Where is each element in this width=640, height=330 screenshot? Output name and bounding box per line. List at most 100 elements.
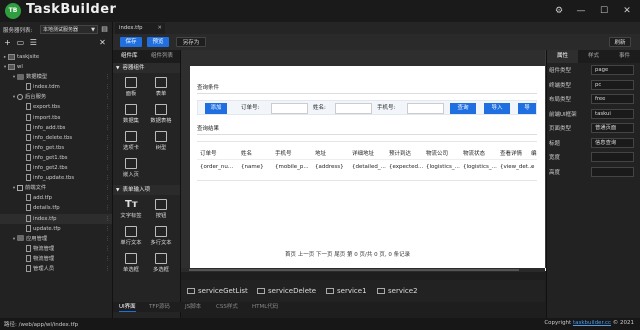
- save-button[interactable]: 保存: [120, 37, 142, 47]
- service-item[interactable]: service2: [377, 285, 418, 297]
- tab-css-style[interactable]: CSS样式: [216, 302, 238, 312]
- container-group-header[interactable]: ▼ 容器组件: [113, 63, 180, 73]
- more-icon[interactable]: ⋮: [105, 193, 110, 203]
- component-item[interactable]: 数据表格: [147, 102, 175, 127]
- scrollbar-thumb[interactable]: [189, 269, 519, 271]
- tab-component-library[interactable]: 组件库: [121, 50, 138, 63]
- name-input[interactable]: [335, 103, 372, 114]
- tab-styles[interactable]: 样式: [578, 50, 609, 63]
- file-tab[interactable]: index.tfp ✕: [115, 23, 165, 34]
- form-group-header[interactable]: ▼ 表单输入项: [113, 185, 180, 195]
- folder-icon[interactable]: ▭: [16, 38, 25, 47]
- property-input[interactable]: page: [591, 65, 634, 75]
- component-item[interactable]: 按钮: [147, 197, 175, 222]
- tree-node[interactable]: info_add.tbs ⋮: [0, 123, 112, 133]
- tree-node[interactable]: export.tbs ⋮: [0, 102, 112, 112]
- tree-node[interactable]: import.tbs ⋮: [0, 113, 112, 123]
- more-icon[interactable]: ⋮: [105, 183, 110, 193]
- export-button[interactable]: 导: [518, 103, 536, 114]
- order-no-input[interactable]: [271, 103, 308, 114]
- more-icon[interactable]: ⋮: [105, 133, 110, 143]
- server-select[interactable]: 本地测试服务器 ▼: [40, 25, 98, 34]
- preview-button[interactable]: 预览: [147, 37, 169, 47]
- tree-expand-icon[interactable]: ☰: [29, 38, 38, 47]
- component-item[interactable]: 多选框: [147, 251, 175, 276]
- tree-node[interactable]: 管理人员 ⋮: [0, 264, 112, 274]
- tree-node[interactable]: 物流管理 ⋮: [0, 244, 112, 254]
- property-input[interactable]: free: [591, 94, 634, 104]
- tab-ui[interactable]: UI界面: [119, 302, 136, 312]
- service-item[interactable]: serviceGetList: [187, 285, 248, 297]
- more-icon[interactable]: ⋮: [105, 72, 110, 82]
- tree-node[interactable]: ▾ 应用管理 ⋮: [0, 234, 112, 244]
- component-item[interactable]: 表单: [147, 75, 175, 100]
- close-icon[interactable]: ✕: [620, 4, 634, 18]
- canvas-horizontal-scrollbar[interactable]: [181, 268, 545, 272]
- more-icon[interactable]: ⋮: [105, 82, 110, 92]
- table-header-cell[interactable]: 物流状态: [463, 149, 499, 157]
- tree-node[interactable]: update.tfp ⋮: [0, 224, 112, 234]
- more-icon[interactable]: ⋮: [105, 224, 110, 234]
- mobile-input[interactable]: [407, 103, 444, 114]
- tab-events[interactable]: 事件: [609, 50, 640, 63]
- more-icon[interactable]: ⋮: [105, 143, 110, 153]
- tree-node[interactable]: info_get.tbs ⋮: [0, 143, 112, 153]
- pagination[interactable]: 首页 上一页 下一页 尾页 第 0 页/共 0 页, 0 条记录: [285, 250, 410, 258]
- close-tab-icon[interactable]: ✕: [158, 23, 162, 34]
- more-icon[interactable]: ⋮: [105, 102, 110, 112]
- add-button[interactable]: 添加: [205, 103, 227, 114]
- more-icon[interactable]: ⋮: [105, 244, 110, 254]
- more-icon[interactable]: ⋮: [105, 254, 110, 264]
- more-icon[interactable]: ⋮: [105, 123, 110, 133]
- component-item[interactable]: 嵌入页: [117, 156, 145, 181]
- component-item[interactable]: 面板: [117, 75, 145, 100]
- tree-node[interactable]: ▾ 数据模型 ⋮: [0, 72, 112, 82]
- maximize-icon[interactable]: ☐: [597, 4, 611, 18]
- service-item[interactable]: service1: [326, 285, 367, 297]
- service-item[interactable]: serviceDelete: [257, 285, 316, 297]
- tree-node[interactable]: details.tfp ⋮: [0, 203, 112, 213]
- property-input[interactable]: [591, 166, 634, 177]
- import-button[interactable]: 导入: [484, 103, 510, 114]
- page-canvas[interactable]: 查询条件 添加 订单号: 姓名: 手机号: 查询 导入 导 查询结果 订单号 姓名…: [190, 66, 546, 271]
- save-as-button[interactable]: 另存为: [176, 37, 206, 47]
- property-input[interactable]: 普通页面: [591, 123, 634, 133]
- tree-node[interactable]: info_update.tbs ⋮: [0, 173, 112, 183]
- tree-node[interactable]: add.tfp ⋮: [0, 193, 112, 203]
- component-item[interactable]: 多行文本: [147, 224, 175, 249]
- table-header-cell[interactable]: 物流公司: [426, 149, 462, 157]
- query-button[interactable]: 查询: [450, 103, 476, 114]
- tree-node[interactable]: ▸ taskjsite: [0, 52, 112, 62]
- more-icon[interactable]: ⋮: [105, 234, 110, 244]
- refresh-button[interactable]: 刷新: [609, 37, 631, 47]
- component-item[interactable]: 树型: [147, 129, 175, 154]
- server-manage-icon[interactable]: ▤: [100, 25, 109, 34]
- property-input[interactable]: 信息查询: [591, 137, 634, 148]
- property-input[interactable]: [591, 152, 634, 162]
- tree-node[interactable]: index.tfp ⋮: [0, 213, 112, 224]
- table-header-cell[interactable]: 编: [531, 149, 539, 157]
- property-input[interactable]: pc: [591, 79, 634, 90]
- component-item[interactable]: 选项卡: [117, 129, 145, 154]
- tree-node[interactable]: ▾ 后台服务 ⋮: [0, 92, 112, 102]
- component-item[interactable]: 单选框: [117, 251, 145, 276]
- component-item[interactable]: Tт 文字标签: [117, 197, 145, 222]
- add-icon[interactable]: +: [3, 38, 12, 47]
- tree-node[interactable]: 物流管理 ⋮: [0, 254, 112, 264]
- more-icon[interactable]: ⋮: [105, 173, 110, 183]
- tree-node[interactable]: ▾ 前端文件 ⋮: [0, 183, 112, 193]
- table-header-cell[interactable]: 地址: [315, 149, 351, 157]
- table-header-cell[interactable]: 订单号: [200, 149, 236, 157]
- table-header-cell[interactable]: 详细地址: [352, 149, 388, 157]
- tab-html-code[interactable]: HTML代码: [252, 302, 278, 312]
- table-header-cell[interactable]: 预计到达: [389, 149, 425, 157]
- tab-properties[interactable]: 属性: [547, 50, 578, 63]
- more-icon[interactable]: ⋮: [105, 113, 110, 123]
- tree-node[interactable]: index.tdm ⋮: [0, 82, 112, 92]
- tree-node[interactable]: info_get2.tbs ⋮: [0, 163, 112, 173]
- more-icon[interactable]: ⋮: [105, 264, 110, 274]
- tab-component-list[interactable]: 组件列表: [151, 50, 173, 63]
- more-icon[interactable]: ⋮: [105, 153, 110, 163]
- tree-node[interactable]: info_get1.tbs ⋮: [0, 153, 112, 163]
- component-item[interactable]: 单行文本: [117, 224, 145, 249]
